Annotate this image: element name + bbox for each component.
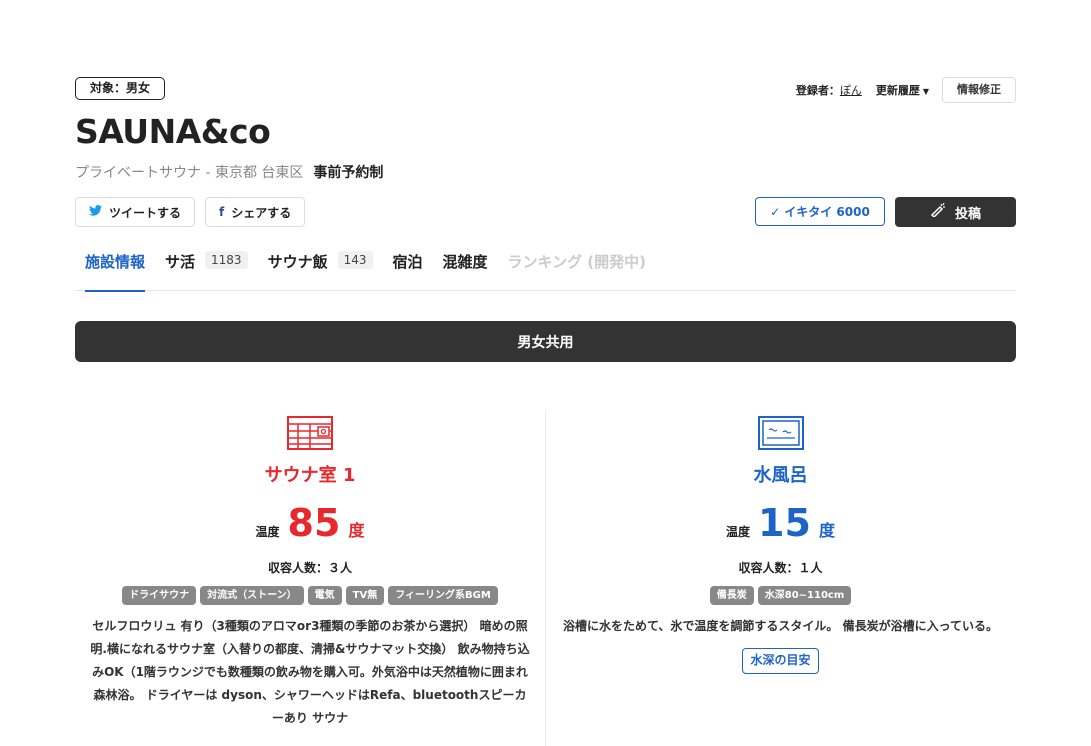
tab-label: サウナ飯 <box>267 253 328 271</box>
history-label: 更新履歴 <box>875 84 920 97</box>
post-button[interactable]: 投稿 <box>895 197 1016 227</box>
temp-label: 温度 <box>255 525 280 539</box>
check-icon: ✓ <box>770 204 781 219</box>
facebook-label: シェアする <box>231 205 292 220</box>
target-badge: 対象：男女 <box>75 77 166 100</box>
sauna-tags: ドライサウナ 対流式（ストーン） 電気 TV無 フィーリング系BGM <box>75 586 545 605</box>
facility-name: SAUNA&co <box>75 112 271 151</box>
tag: 対流式（ストーン） <box>200 586 304 605</box>
caret-down-icon: ▼ <box>922 87 929 96</box>
tab-lodging[interactable]: 宿泊 <box>393 246 423 291</box>
water-bath-title: 水風呂 <box>753 465 808 486</box>
reservation-note: 事前予約制 <box>313 165 384 181</box>
tab-ranking: ランキング (開発中) <box>508 246 646 291</box>
temp-unit: 度 <box>348 521 365 540</box>
gender-section-bar: 男女共用 <box>75 321 1016 362</box>
water-tags: 備長炭 水深80~110cm <box>546 586 1015 605</box>
tab-label: 施設情報 <box>85 253 146 271</box>
water-description: 浴槽に水をためて、氷で温度を調節するスタイル。 備長炭が浴槽に入っている。 <box>563 619 998 633</box>
tab-count: 1183 <box>205 251 248 269</box>
facebook-share-button[interactable]: f シェアする <box>205 197 306 227</box>
tag: フィーリング系BGM <box>388 586 498 605</box>
tab-label: 宿泊 <box>392 253 423 271</box>
water-depth-guide-button[interactable]: 水深の目安 <box>742 648 819 674</box>
pen-icon <box>930 202 946 221</box>
registrant-link[interactable]: ぽん <box>840 82 862 98</box>
tag: 水深80~110cm <box>757 586 852 605</box>
tab-sauna-meal[interactable]: サウナ飯 143 <box>268 246 373 291</box>
tag: TV無 <box>345 586 385 605</box>
facility-tabs: 施設情報 サ活 1183 サウナ飯 143 宿泊 混雑度 ランキング (開発中) <box>75 246 1016 292</box>
facebook-icon: f <box>219 205 225 219</box>
tweet-label: ツイートする <box>109 205 182 220</box>
sauna-room-title: サウナ室 1 <box>264 465 356 486</box>
ikitai-button[interactable]: ✓ イキタイ 6000 <box>755 197 885 226</box>
water-bath-section: 水風呂 温度 15 度 収容人数：１人 備長炭 水深80~110cm 浴槽に水を… <box>545 410 1015 746</box>
temp-unit: 度 <box>818 521 835 540</box>
sauna-room-section: サウナ室 1 温度 85 度 収容人数：３人 ドライサウナ 対流式（ストーン） … <box>75 410 545 730</box>
sauna-temperature: 温度 85 度 <box>75 503 545 543</box>
twitter-icon <box>89 205 102 219</box>
sauna-description: セルフロウリュ 有り（3種類のアロマor3種類の季節のお茶から選択） 暗めの照明… <box>90 619 530 725</box>
sauna-room-icon <box>286 415 334 451</box>
tag: 備長炭 <box>709 586 754 605</box>
water-bath-icon <box>757 415 805 451</box>
share-row: ツイートする f シェアする <box>75 197 315 227</box>
tab-label: 混雑度 <box>442 253 488 271</box>
header-meta: 登録者： ぽん 更新履歴 ▼ 情報修正 <box>796 77 1016 103</box>
registrant-label: 登録者： <box>795 84 840 97</box>
tag: 電気 <box>307 586 342 605</box>
tab-count: 143 <box>337 251 373 269</box>
tab-label: ランキング (開発中) <box>507 253 647 271</box>
history-dropdown[interactable]: 更新履歴 ▼ <box>876 82 929 98</box>
tweet-button[interactable]: ツイートする <box>75 197 196 227</box>
sauna-capacity: 収容人数：３人 <box>267 561 352 575</box>
tab-sakatsu[interactable]: サ活 1183 <box>165 246 248 291</box>
water-capacity: 収容人数：１人 <box>738 561 823 575</box>
temp-label: 温度 <box>726 525 751 539</box>
edit-info-button[interactable]: 情報修正 <box>942 77 1016 103</box>
ikitai-label: イキタイ 6000 <box>784 205 870 219</box>
temp-value: 85 <box>287 501 341 545</box>
tab-crowdedness[interactable]: 混雑度 <box>443 246 488 291</box>
tag: ドライサウナ <box>122 586 197 605</box>
tab-facility-info[interactable]: 施設情報 <box>75 246 146 292</box>
tab-label: サ活 <box>165 253 196 271</box>
facility-subtitle: プライベートサウナ - 東京都 台東区 事前予約制 <box>75 162 383 182</box>
post-label: 投稿 <box>954 206 981 222</box>
temp-value: 15 <box>758 501 811 545</box>
category-location: プライベートサウナ - 東京都 台東区 <box>75 165 304 181</box>
water-temperature: 温度 15 度 <box>546 503 1015 543</box>
